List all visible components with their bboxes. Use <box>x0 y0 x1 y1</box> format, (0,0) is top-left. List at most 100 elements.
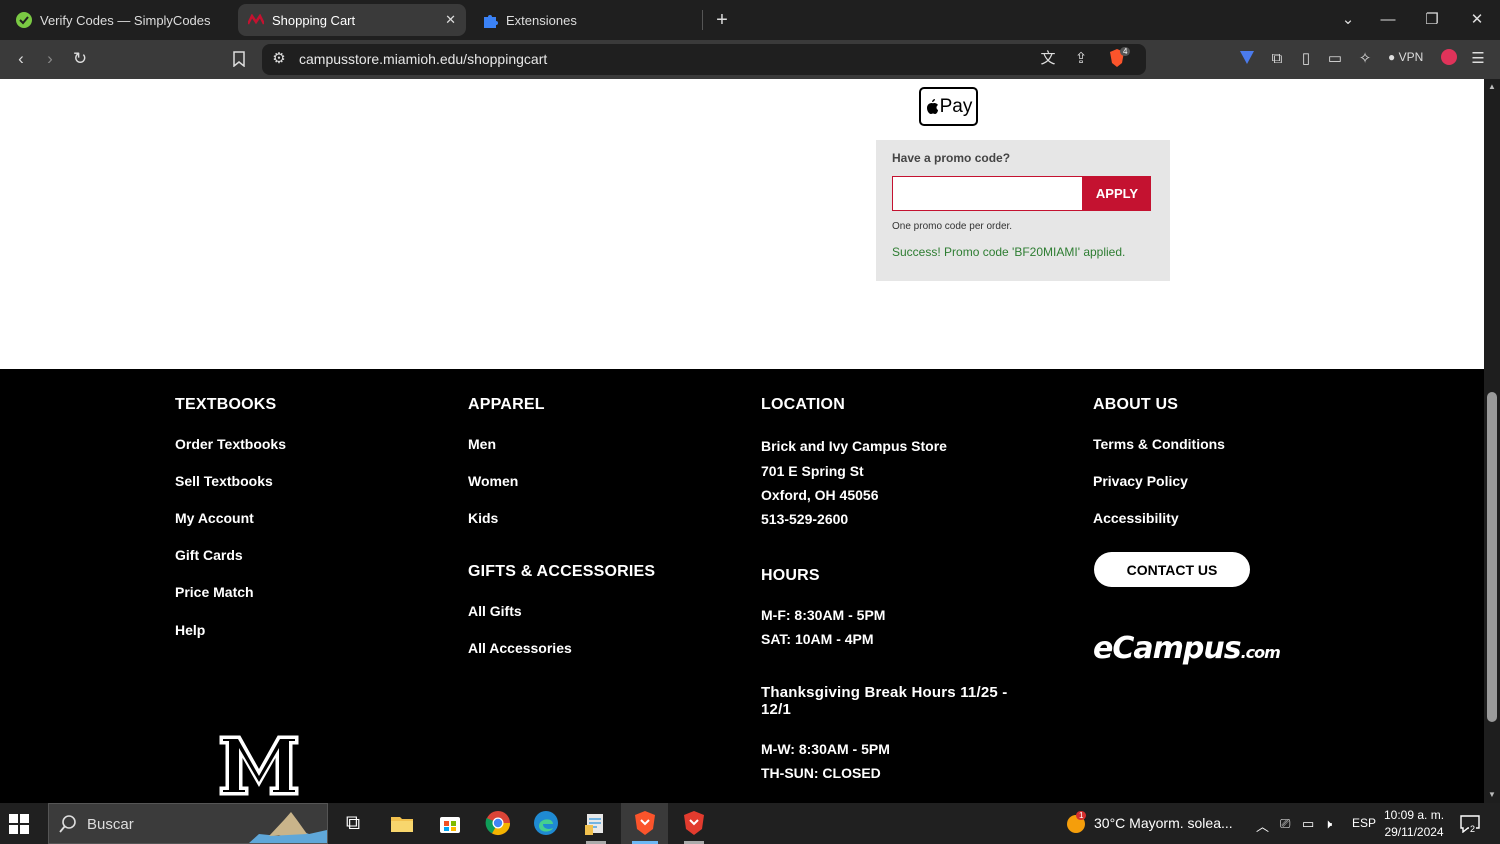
display-icon[interactable]: ▭ <box>1302 816 1314 832</box>
apple-icon <box>926 99 938 114</box>
tray-chevron-up-icon[interactable]: ︿ <box>1256 816 1269 835</box>
promo-note: One promo code per order. <box>892 221 1013 232</box>
task-view-icon[interactable]: ⧉ <box>338 808 368 838</box>
site-settings-icon[interactable]: ⚙ <box>268 48 290 70</box>
promo-success-message: Success! Promo code 'BF20MIAMI' applied. <box>892 245 1126 259</box>
store-name: Brick and Ivy Campus Store <box>761 438 947 454</box>
reload-icon[interactable]: ↻ <box>68 47 92 71</box>
browser-toolbar: ‹ › ↻ ⚙ campusstore.miamioh.edu/shopping… <box>0 40 1500 79</box>
footer-link-price-match[interactable]: Price Match <box>175 584 254 600</box>
tab-title: Verify Codes — SimplyCodes <box>40 12 211 28</box>
close-window-icon[interactable]: ✕ <box>1465 8 1489 32</box>
promo-code-input[interactable] <box>892 176 1083 211</box>
network-device-icon[interactable]: ⎚ <box>1280 816 1290 832</box>
microsoft-store-icon[interactable] <box>435 808 465 838</box>
ecampus-logo-text: eCampus <box>1093 631 1242 666</box>
chrome-icon[interactable] <box>483 808 513 838</box>
simplycodes-icon <box>16 12 32 28</box>
apply-button[interactable]: APPLY <box>1083 176 1151 211</box>
ecampus-logo[interactable]: eCampus.com <box>1093 631 1281 666</box>
footer-link-accessibility[interactable]: Accessibility <box>1093 510 1179 526</box>
search-placeholder: Buscar <box>87 816 134 833</box>
weather-text[interactable]: 30°C Mayorm. solea... <box>1094 815 1233 831</box>
tab-bar: Verify Codes — SimplyCodes Shopping Cart… <box>0 0 1500 40</box>
taskbar-clock[interactable]: 10:09 a. m. 29/11/2024 <box>1384 807 1444 841</box>
new-tab-icon[interactable]: + <box>710 8 734 32</box>
search-highlight-image <box>249 812 327 843</box>
restore-icon[interactable]: ❐ <box>1420 8 1444 32</box>
shield-count-badge: 4 <box>1120 47 1131 56</box>
windows-start-icon[interactable] <box>9 814 29 834</box>
promo-heading: Have a promo code? <box>892 151 1011 165</box>
sidebar-icon[interactable]: ▯ <box>1295 48 1317 70</box>
scrollbar-thumb[interactable] <box>1487 392 1497 722</box>
footer-heading-hours: HOURS <box>761 567 820 584</box>
store-street: 701 E Spring St <box>761 463 864 479</box>
bookmark-icon[interactable] <box>227 47 251 71</box>
back-icon[interactable]: ‹ <box>9 47 33 71</box>
translate-icon[interactable]: 文 <box>1037 48 1059 70</box>
footer-link-kids[interactable]: Kids <box>468 510 498 526</box>
forward-icon[interactable]: › <box>38 47 62 71</box>
footer-heading-location: LOCATION <box>761 396 845 413</box>
tab-verify-codes[interactable]: Verify Codes — SimplyCodes <box>6 4 232 36</box>
footer-heading-thanksgiving: Thanksgiving Break Hours 11/25 - 12/1 <box>761 684 1008 718</box>
footer-link-gift-cards[interactable]: Gift Cards <box>175 547 243 563</box>
menu-icon[interactable]: ☰ <box>1467 48 1489 70</box>
footer-link-my-account[interactable]: My Account <box>175 510 254 526</box>
minimize-icon[interactable]: — <box>1376 8 1400 32</box>
brave-taskbar-icon[interactable] <box>630 808 660 838</box>
hours-weekday: M-F: 8:30AM - 5PM <box>761 607 886 623</box>
tab-list-chevron-icon[interactable]: ⌄ <box>1336 8 1360 32</box>
footer-heading-apparel: APPAREL <box>468 396 545 413</box>
thanksgiving-hours-thsun: TH-SUN: CLOSED <box>761 765 881 781</box>
tab-separator <box>702 10 703 30</box>
footer-link-order-textbooks[interactable]: Order Textbooks <box>175 436 286 452</box>
share-icon[interactable]: ⇪ <box>1070 48 1092 70</box>
apple-pay-button[interactable]: Pay <box>919 87 978 126</box>
clock-time: 10:09 a. m. <box>1384 808 1445 822</box>
clock-date: 29/11/2024 <box>1384 825 1444 839</box>
puzzle-icon <box>484 15 498 28</box>
vpn-label: VPN <box>1398 50 1424 64</box>
footer-link-help[interactable]: Help <box>175 622 205 638</box>
miami-m-logo[interactable] <box>218 734 300 797</box>
windows-taskbar: Buscar ⧉ 1 30°C Mayorm. solea... ︿ ⎚ ▭ 🕨… <box>0 803 1500 844</box>
close-tab-icon[interactable]: ✕ <box>445 12 456 28</box>
language-indicator[interactable]: ESP <box>1352 816 1376 830</box>
tab-shopping-cart[interactable]: Shopping Cart ✕ <box>238 4 466 36</box>
hours-saturday: SAT: 10AM - 4PM <box>761 631 874 647</box>
url-text: campusstore.miamioh.edu/shoppingcart <box>299 51 548 67</box>
footer-link-men[interactable]: Men <box>468 436 496 452</box>
footer-link-privacy[interactable]: Privacy Policy <box>1093 473 1188 489</box>
notepad-icon[interactable] <box>580 808 610 838</box>
wallet-icon[interactable]: ▭ <box>1324 48 1346 70</box>
footer-heading-about: ABOUT US <box>1093 396 1179 413</box>
footer-link-sell-textbooks[interactable]: Sell Textbooks <box>175 473 273 489</box>
footer-link-all-gifts[interactable]: All Gifts <box>468 603 522 619</box>
vpn-extension-icon[interactable] <box>1236 48 1258 70</box>
tab-extensiones[interactable]: Extensiones <box>472 4 698 36</box>
footer-link-all-accessories[interactable]: All Accessories <box>468 640 572 656</box>
scroll-down-arrow-icon[interactable]: ▼ <box>1486 790 1498 799</box>
vpn-button[interactable]: ● VPN <box>1388 50 1423 64</box>
brave-beta-icon[interactable] <box>679 808 709 838</box>
tab-title: Shopping Cart <box>272 12 356 28</box>
contact-us-button[interactable]: CONTACT US <box>1094 552 1250 587</box>
site-footer: TEXTBOOKS Order Textbooks Sell Textbooks… <box>0 369 1484 803</box>
volume-icon[interactable]: 🕨 <box>1324 816 1332 832</box>
footer-link-women[interactable]: Women <box>468 473 518 489</box>
taskbar-search[interactable]: Buscar <box>48 803 328 844</box>
scroll-up-arrow-icon[interactable]: ▲ <box>1486 82 1498 91</box>
rewards-icon[interactable] <box>1438 48 1460 70</box>
file-explorer-icon[interactable] <box>387 808 417 838</box>
footer-link-terms[interactable]: Terms & Conditions <box>1093 436 1225 452</box>
thanksgiving-hours-mw: M-W: 8:30AM - 5PM <box>761 741 890 757</box>
edge-icon[interactable] <box>531 808 561 838</box>
address-bar[interactable]: ⚙ campusstore.miamioh.edu/shoppingcart 文… <box>262 44 1146 75</box>
store-phone[interactable]: 513-529-2600 <box>761 511 848 527</box>
leo-ai-icon[interactable]: ✧ <box>1354 48 1376 70</box>
search-icon <box>59 815 76 833</box>
extensions-icon[interactable]: ⧉ <box>1266 48 1288 70</box>
promo-code-panel: Have a promo code? APPLY One promo code … <box>876 140 1170 281</box>
